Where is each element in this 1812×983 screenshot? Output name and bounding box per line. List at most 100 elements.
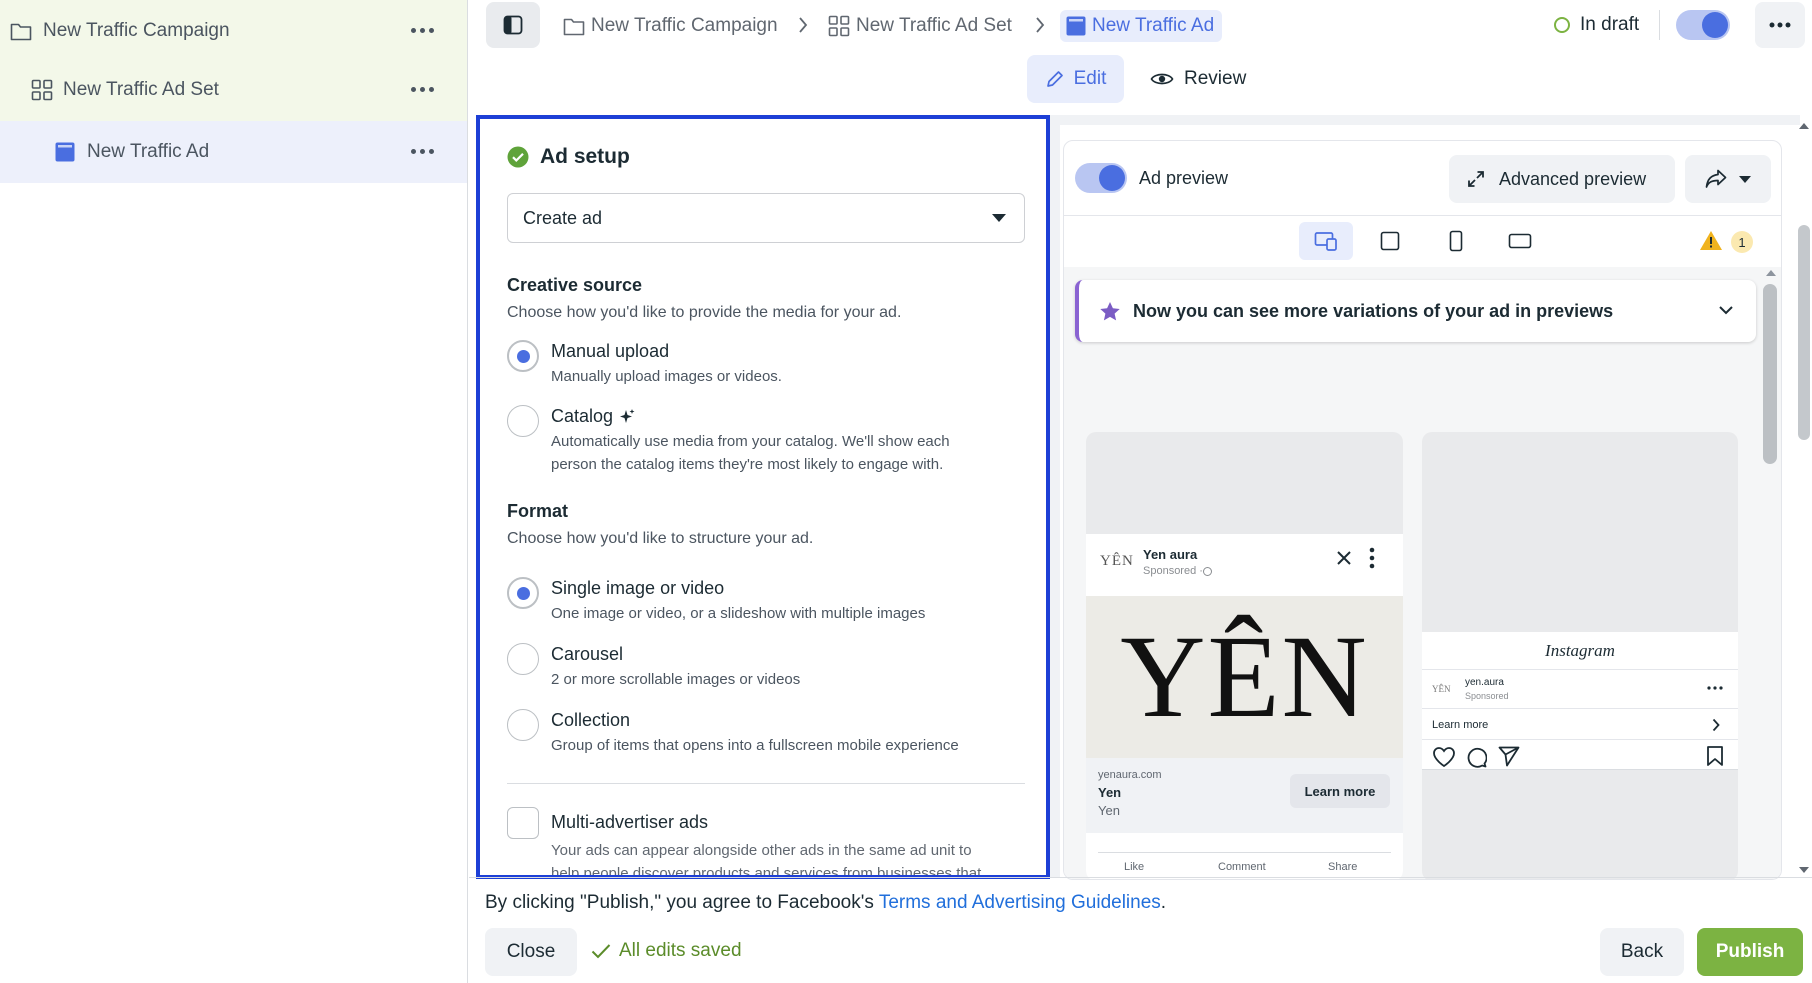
tree-item-label: New Traffic Ad bbox=[87, 141, 210, 162]
chevron-right-icon bbox=[798, 16, 808, 34]
device-desktop-button[interactable] bbox=[1363, 222, 1417, 260]
option-description: Automatically use media from your catalo… bbox=[551, 433, 950, 450]
more-options-icon[interactable] bbox=[1707, 686, 1723, 690]
divider bbox=[1659, 10, 1660, 40]
close-button[interactable]: Close bbox=[485, 928, 577, 976]
checkmark-icon bbox=[591, 943, 611, 959]
sidebar-panel-icon bbox=[503, 15, 523, 35]
chevron-right-icon bbox=[1035, 16, 1045, 34]
format-heading: Format bbox=[507, 501, 569, 521]
star-icon bbox=[1099, 301, 1121, 322]
divider bbox=[1064, 215, 1781, 216]
ad-description: Yen bbox=[1098, 803, 1120, 818]
publish-button[interactable]: Publish bbox=[1697, 928, 1803, 976]
folder-icon bbox=[563, 16, 591, 36]
tab-review[interactable]: Review bbox=[1150, 55, 1246, 103]
advanced-preview-button[interactable]: Advanced preview bbox=[1449, 155, 1675, 203]
heart-icon[interactable] bbox=[1432, 746, 1456, 768]
phone-icon bbox=[1449, 230, 1463, 252]
pencil-icon bbox=[1045, 69, 1065, 89]
button-label: Advanced preview bbox=[1499, 168, 1647, 189]
option-label: Carousel bbox=[551, 644, 624, 664]
creative-source-heading: Creative source bbox=[507, 275, 643, 295]
instagram-preview-card[interactable]: Instagram YÊN yen.aura Sponsored Learn m… bbox=[1422, 432, 1738, 879]
radio-collection[interactable] bbox=[507, 709, 539, 741]
radio-single-image[interactable] bbox=[507, 577, 539, 609]
comment-action: Comment bbox=[1218, 861, 1266, 873]
facebook-preview-card[interactable]: YÊN Yen aura Sponsored · YÊN yenaura.com… bbox=[1086, 432, 1403, 879]
more-actions-button[interactable] bbox=[1755, 2, 1805, 48]
section-title: Ad setup bbox=[540, 145, 630, 168]
variations-banner[interactable]: Now you can see more variations of your … bbox=[1075, 280, 1756, 342]
bookmark-icon[interactable] bbox=[1706, 745, 1724, 767]
preview-top-strip bbox=[1050, 115, 1800, 125]
like-action: Like bbox=[1124, 861, 1145, 873]
tree-item-adset[interactable]: New Traffic Ad Set bbox=[0, 59, 467, 121]
check-circle-icon bbox=[507, 146, 529, 168]
divider bbox=[1422, 739, 1738, 740]
brand-avatar: YÊN bbox=[1100, 553, 1134, 569]
warning-icon[interactable] bbox=[1699, 230, 1723, 251]
preview-left-strip bbox=[1050, 115, 1060, 877]
radio-manual-upload[interactable] bbox=[507, 340, 539, 372]
send-icon[interactable] bbox=[1498, 746, 1520, 767]
ad-domain: yenaura.com bbox=[1098, 769, 1162, 781]
preview-scrollbar[interactable] bbox=[1762, 270, 1778, 879]
ad-setup-panel: Ad setup Create ad Creative source Choos… bbox=[476, 115, 1050, 879]
breadcrumb-label: New Traffic Campaign bbox=[591, 15, 778, 36]
breadcrumb-adset[interactable]: New Traffic Ad Set bbox=[828, 10, 1012, 42]
tree-item-campaign[interactable]: New Traffic Campaign bbox=[0, 0, 467, 62]
folder-icon bbox=[10, 21, 32, 41]
option-label: Single image or video bbox=[551, 578, 725, 598]
option-description: person the catalog items they're most li… bbox=[551, 456, 944, 473]
divider bbox=[1098, 852, 1391, 853]
breadcrumb-label: New Traffic Ad bbox=[1092, 15, 1215, 36]
ad-icon bbox=[55, 142, 75, 162]
draft-status: In draft bbox=[1554, 14, 1639, 36]
responsive-devices-icon bbox=[1314, 231, 1338, 251]
campaign-toggle[interactable] bbox=[1676, 10, 1730, 40]
more-options-icon[interactable] bbox=[409, 77, 437, 101]
comment-icon[interactable] bbox=[1465, 746, 1487, 768]
option-description: Your ads can appear alongside other ads … bbox=[551, 842, 972, 859]
radio-carousel[interactable] bbox=[507, 643, 539, 675]
sparkle-icon bbox=[619, 408, 635, 425]
landscape-frame-icon bbox=[1508, 233, 1532, 249]
breadcrumb-campaign[interactable]: New Traffic Campaign bbox=[563, 10, 778, 42]
terms-link[interactable]: Terms and Advertising Guidelines bbox=[879, 892, 1161, 913]
breadcrumb-ad[interactable]: New Traffic Ad bbox=[1060, 10, 1223, 42]
top-bar: New Traffic Campaign New Traffic Ad Set … bbox=[469, 0, 1812, 50]
close-icon[interactable] bbox=[1336, 550, 1352, 566]
checkbox-multi-advertiser[interactable] bbox=[507, 807, 539, 839]
terms-suffix: . bbox=[1160, 892, 1167, 913]
ad-setup-dropdown[interactable]: Create ad bbox=[507, 193, 1025, 243]
radio-catalog[interactable] bbox=[507, 405, 539, 437]
instagram-handle: yen.aura bbox=[1465, 677, 1504, 688]
option-description: Manually upload images or videos. bbox=[551, 368, 782, 385]
banner-text: Now you can see more variations of your … bbox=[1133, 300, 1614, 321]
eye-icon bbox=[1150, 71, 1174, 87]
toggle-sidebar-button[interactable] bbox=[486, 2, 540, 48]
learn-more-link[interactable]: Learn more bbox=[1432, 719, 1488, 731]
vertical-dots-icon[interactable] bbox=[1369, 547, 1375, 569]
tab-edit[interactable]: Edit bbox=[1027, 55, 1124, 103]
creative-source-description: Choose how you'd like to provide the med… bbox=[507, 304, 902, 321]
more-options-icon[interactable] bbox=[409, 18, 437, 42]
chevron-down-icon bbox=[1718, 305, 1734, 315]
ad-preview-panel: Ad preview Advanced preview 1 Now you ca… bbox=[1063, 140, 1782, 880]
tree-item-ad[interactable]: New Traffic Ad bbox=[0, 121, 467, 183]
save-status-label: All edits saved bbox=[619, 940, 742, 961]
device-mobile-button[interactable] bbox=[1429, 222, 1483, 260]
back-button[interactable]: Back bbox=[1600, 928, 1684, 976]
device-responsive-button[interactable] bbox=[1299, 222, 1353, 260]
ad-preview-toggle[interactable] bbox=[1075, 163, 1127, 193]
option-description: 2 or more scrollable images or videos bbox=[551, 671, 801, 688]
share-dropdown-button[interactable] bbox=[1685, 155, 1771, 203]
device-landscape-button[interactable] bbox=[1493, 222, 1547, 260]
more-options-icon[interactable] bbox=[409, 139, 437, 163]
square-frame-icon bbox=[1380, 231, 1400, 251]
page-scrollbar[interactable] bbox=[1796, 115, 1812, 877]
status-label: In draft bbox=[1580, 14, 1640, 35]
terms-text: By clicking "Publish," you agree to Face… bbox=[485, 892, 1166, 914]
learn-more-button[interactable]: Learn more bbox=[1290, 774, 1390, 808]
